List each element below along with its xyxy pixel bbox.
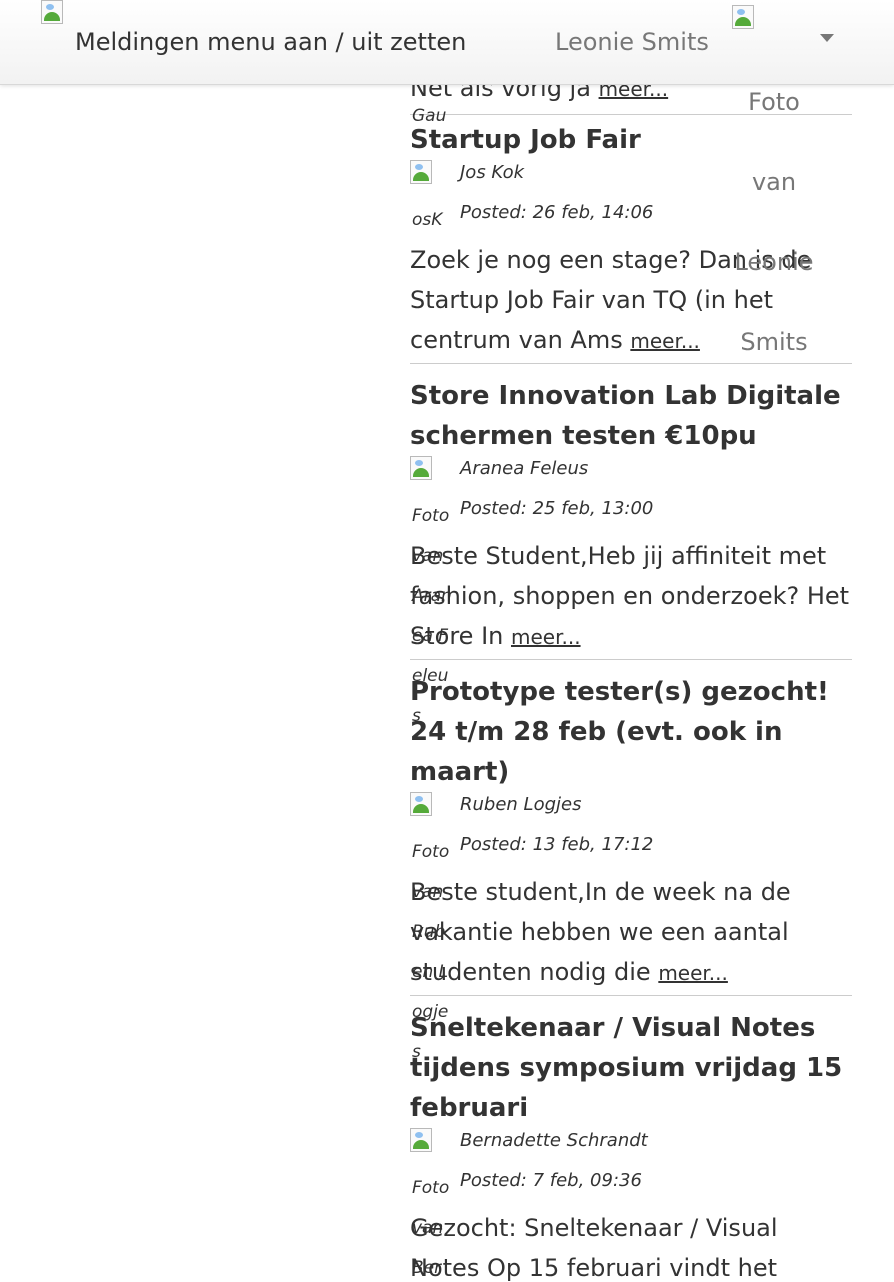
list-item: Prototype tester(s) gezocht! 24 t/m 28 f…	[410, 672, 852, 1062]
post-date: Posted: 13 feb, 17:12	[460, 834, 654, 855]
post-title[interactable]: Sneltekenaar / Visual Notes tijdens symp…	[410, 1008, 852, 1128]
notifications-toggle[interactable]: Meldingen menu aan / uit zetten	[75, 28, 466, 56]
user-avatar-icon[interactable]	[732, 5, 754, 29]
post-date: Posted: 7 feb, 09:36	[460, 1170, 642, 1191]
notifications-toggle-icon[interactable]	[41, 0, 63, 24]
avatar-alt: Foto van Ber	[412, 1178, 450, 1278]
chevron-down-icon[interactable]	[820, 34, 834, 42]
list-item: Sneltekenaar / Visual Notes tijdens symp…	[410, 1008, 852, 1282]
post-meta: Foto van Aranea Feleus Aranea Feleus Pos…	[410, 456, 852, 726]
author-avatar-icon	[410, 792, 432, 816]
post-meta: Foto van Ber Bernadette Schrandt Posted:…	[410, 1128, 852, 1278]
post-date: Posted: 26 feb, 14:06	[460, 202, 654, 223]
post-title[interactable]: Prototype tester(s) gezocht! 24 t/m 28 f…	[410, 672, 852, 792]
post-title[interactable]: Store Innovation Lab Digitale schermen t…	[410, 376, 852, 456]
more-link[interactable]: meer...	[511, 625, 581, 649]
author-avatar-icon	[410, 160, 432, 184]
post-excerpt: Beste Student,Heb jij affiniteit met fas…	[410, 542, 850, 650]
user-menu-name[interactable]: Leonie Smits	[555, 28, 709, 56]
post-meta: Foto van Ruben Logjes Ruben Logjes Poste…	[410, 792, 852, 1062]
post-author: Aranea Feleus	[460, 458, 589, 479]
avatar-alt: osK	[412, 210, 443, 230]
list-item: Store Innovation Lab Digitale schermen t…	[410, 376, 852, 726]
author-avatar-icon	[410, 456, 432, 480]
post-date: Posted: 25 feb, 13:00	[460, 498, 654, 519]
author-avatar-icon	[410, 1128, 432, 1152]
more-link[interactable]: meer...	[658, 961, 728, 985]
post-excerpt: Beste student,In de week na de vakantie …	[410, 878, 791, 986]
post-author: Jos Kok	[460, 162, 525, 183]
post-author: Bernadette Schrandt	[460, 1130, 648, 1151]
more-link[interactable]: meer...	[630, 329, 700, 353]
user-avatar-alt: Foto van Leonie Smits	[734, 88, 814, 356]
post-excerpt: Gezocht: Sneltekenaar / Visual Notes Op …	[410, 1214, 778, 1282]
post-author: Ruben Logjes	[460, 794, 582, 815]
